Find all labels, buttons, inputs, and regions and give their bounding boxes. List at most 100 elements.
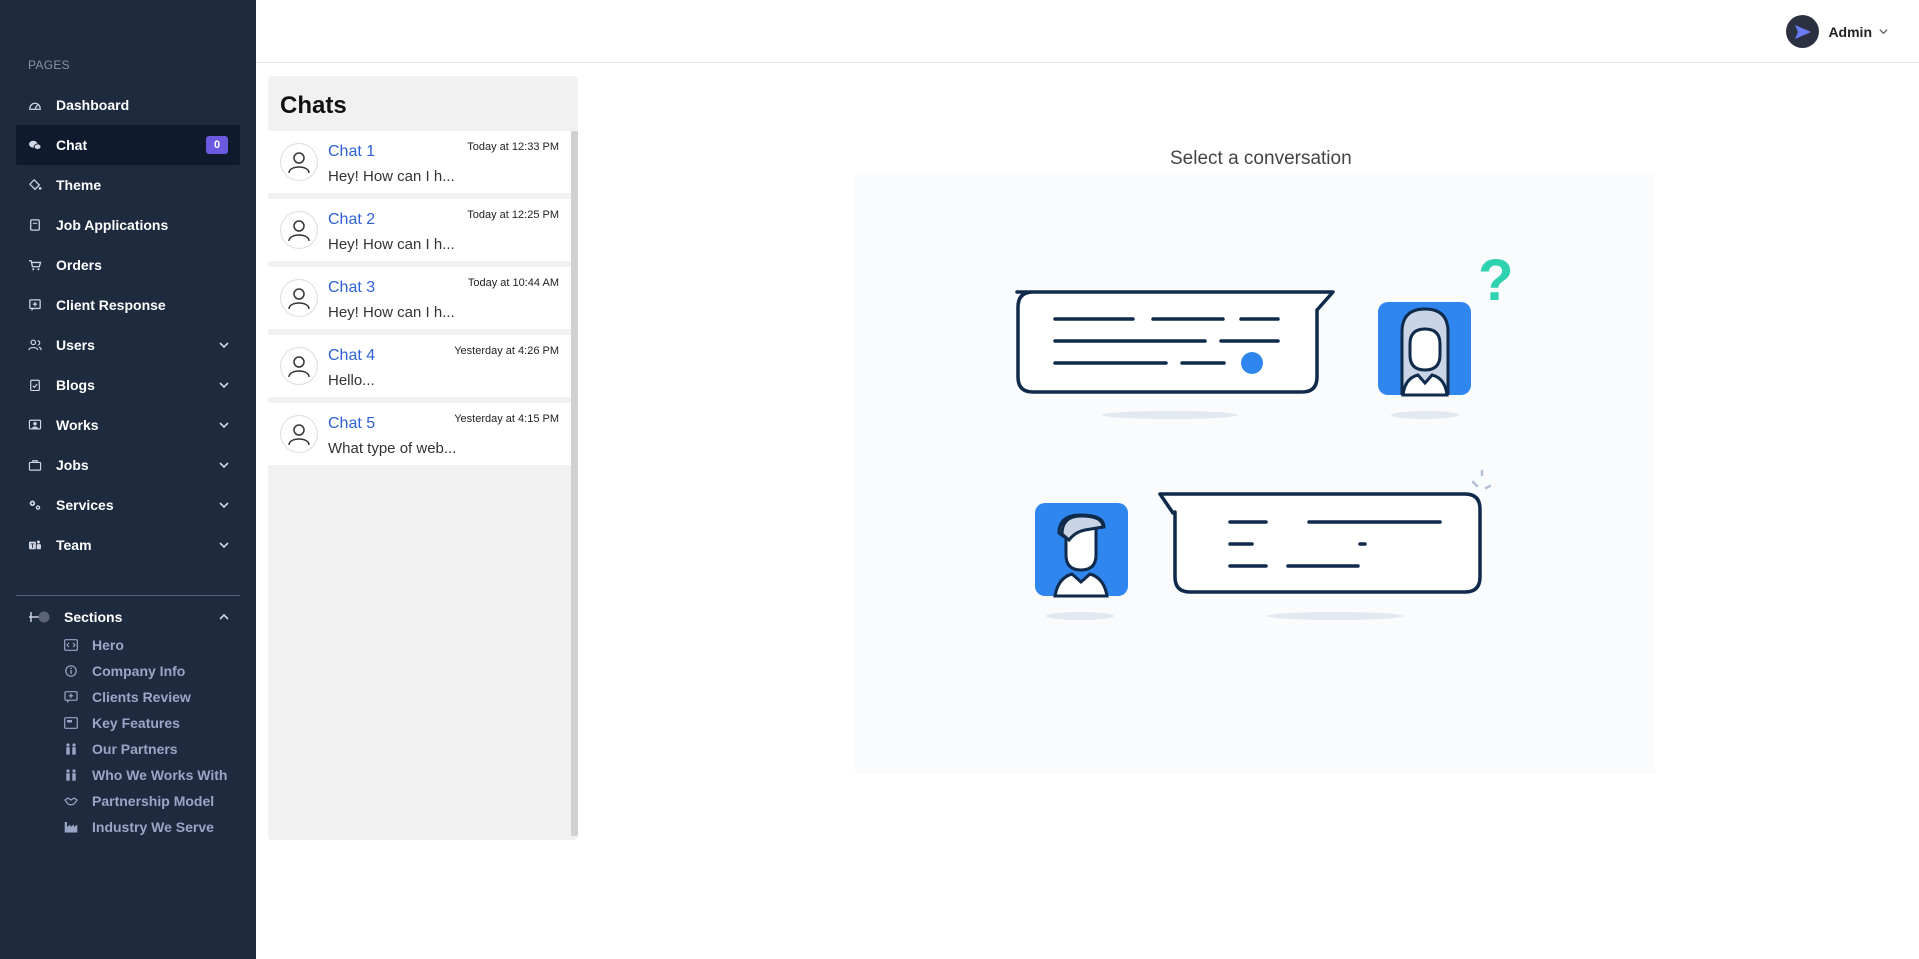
info-icon <box>65 665 77 677</box>
review-icon <box>64 691 78 703</box>
chat-time: Today at 12:25 PM <box>467 209 559 221</box>
sections-submenu: Hero Company Info Clients Review Key Fea… <box>64 632 244 840</box>
sidebar-item-label: Blogs <box>56 377 95 393</box>
chat-preview: Hey! How can I h... <box>328 236 455 253</box>
chat-time: Yesterday at 4:15 PM <box>454 413 559 425</box>
chevron-down-icon <box>219 502 229 509</box>
features-icon <box>64 717 78 729</box>
sidebar-item-dashboard[interactable]: Dashboard <box>16 85 240 125</box>
sections-item-label: Industry We Serve <box>92 819 214 835</box>
sidebar-divider <box>16 595 240 596</box>
sections-item-label: Our Partners <box>92 741 178 757</box>
cart-icon <box>29 260 42 271</box>
chevron-down-icon <box>219 422 229 429</box>
sidebar-item-team[interactable]: T Team <box>16 525 240 565</box>
sections-item-label: Who We Works With <box>92 767 228 783</box>
send-icon <box>1794 24 1811 39</box>
sidebar-heading: PAGES <box>28 58 70 72</box>
sidebar-item-label: Users <box>56 337 95 353</box>
sections-item-key-features[interactable]: Key Features <box>64 710 244 736</box>
sidebar-item-client-response[interactable]: Client Response <box>16 285 240 325</box>
chat-time: Today at 10:44 AM <box>467 277 559 289</box>
chevron-down-icon <box>1879 29 1888 35</box>
sections-item-label: Key Features <box>92 715 180 731</box>
sidebar-item-label: Services <box>56 497 114 513</box>
chat-name: Chat 1 <box>328 143 376 160</box>
sidebar-item-services[interactable]: Services <box>16 485 240 525</box>
sections-item-who-we-works-with[interactable]: Who We Works With <box>64 762 244 788</box>
sidebar-item-label: Dashboard <box>56 97 130 113</box>
sidebar-item-blogs[interactable]: Blogs <box>16 365 240 405</box>
chat-preview: Hey! How can I h... <box>328 304 455 321</box>
chat-list: Chat 1 Hey! How can I h... Today at 12:3… <box>268 131 571 471</box>
people-icon <box>66 769 76 781</box>
chat-preview: What type of web... <box>328 440 457 457</box>
chat-preview: Hey! How can I h... <box>328 168 455 185</box>
sections-item-clients-review[interactable]: Clients Review <box>64 684 244 710</box>
topbar: Admin <box>256 0 1919 63</box>
sections-item-industry-we-serve[interactable]: Industry We Serve <box>64 814 244 840</box>
sidebar-item-orders[interactable]: Orders <box>16 245 240 285</box>
sidebar-item-job-applications[interactable]: Job Applications <box>16 205 240 245</box>
sidebar-item-works[interactable]: Works <box>16 405 240 445</box>
chat-illustration-icon: ? <box>1015 248 1513 620</box>
sidebar-item-theme[interactable]: Theme <box>16 165 240 205</box>
chat-count-badge: 0 <box>206 136 228 154</box>
message-plus-icon <box>29 299 41 311</box>
chat-list-item[interactable]: Chat 2 Hey! How can I h... Today at 12:2… <box>268 199 571 261</box>
sidebar-item-label: Theme <box>56 177 102 193</box>
gears-icon <box>29 500 41 510</box>
sections-item-partnership-model[interactable]: Partnership Model <box>64 788 244 814</box>
user-avatar-icon <box>280 347 318 385</box>
chat-list-item[interactable]: Chat 5 What type of web... Yesterday at … <box>268 403 571 465</box>
sidebar-nav: Dashboard Chat 0 Theme Job Applications … <box>16 85 240 565</box>
sidebar-item-label: Chat <box>56 137 88 153</box>
chat-list-scrollbar[interactable] <box>571 131 578 836</box>
chats-panel: Chats Chat 1 Hey! How can I h... Today a… <box>268 76 578 840</box>
chevron-down-icon <box>219 542 229 549</box>
chats-title: Chats <box>280 92 347 119</box>
chat-name: Chat 3 <box>328 279 376 296</box>
chat-name: Chat 4 <box>328 347 376 364</box>
chat-time: Yesterday at 4:26 PM <box>454 345 559 357</box>
user-avatar-icon <box>280 415 318 453</box>
chat-name: Chat 5 <box>328 415 376 432</box>
chat-list-item[interactable]: Chat 1 Hey! How can I h... Today at 12:3… <box>268 131 571 193</box>
avatar[interactable] <box>1786 15 1820 48</box>
sidebar-item-chat[interactable]: Chat 0 <box>16 125 240 165</box>
svg-text:?: ? <box>1478 248 1513 313</box>
briefcase-icon <box>28 460 42 471</box>
sections-item-company-info[interactable]: Company Info <box>64 658 244 684</box>
empty-state-title: Select a conversation <box>1170 148 1352 169</box>
clipboard-check-icon <box>30 379 40 391</box>
sections-item-hero[interactable]: Hero <box>64 632 244 658</box>
chevron-down-icon <box>219 342 229 349</box>
sidebar-item-label: Sections <box>64 609 123 625</box>
sidebar-item-label: Jobs <box>56 457 89 473</box>
sidebar-item-label: Client Response <box>56 297 166 313</box>
sidebar-item-label: Job Applications <box>56 217 169 233</box>
sidebar-item-label: Works <box>56 417 99 433</box>
sidebar-item-users[interactable]: Users <box>16 325 240 365</box>
chat-icon <box>29 140 42 150</box>
chevron-down-icon <box>219 462 229 469</box>
sidebar-item-jobs[interactable]: Jobs <box>16 445 240 485</box>
sections-item-our-partners[interactable]: Our Partners <box>64 736 244 762</box>
sections-item-label: Clients Review <box>92 689 191 705</box>
sidebar: PAGES Dashboard Chat 0 Theme Job Applica… <box>0 0 256 959</box>
sidebar-item-label: Orders <box>56 257 102 273</box>
user-avatar-icon <box>280 211 318 249</box>
handshake-icon <box>64 797 78 806</box>
chat-list-item[interactable]: Chat 3 Hey! How can I h... Today at 10:4… <box>268 267 571 329</box>
user-avatar-icon <box>280 279 318 317</box>
sidebar-item-sections[interactable]: Sections <box>16 604 240 630</box>
user-menu[interactable]: Admin <box>1786 15 1889 48</box>
sections-item-label: Company Info <box>92 663 186 679</box>
sections-icon <box>29 611 50 623</box>
dashboard-icon <box>29 102 41 110</box>
code-icon <box>64 639 78 651</box>
conversation-illustration: ? <box>855 172 1655 774</box>
chat-preview: Hello... <box>328 372 375 389</box>
sidebar-item-label: Team <box>56 537 92 553</box>
chat-list-item[interactable]: Chat 4 Hello... Yesterday at 4:26 PM <box>268 335 571 397</box>
